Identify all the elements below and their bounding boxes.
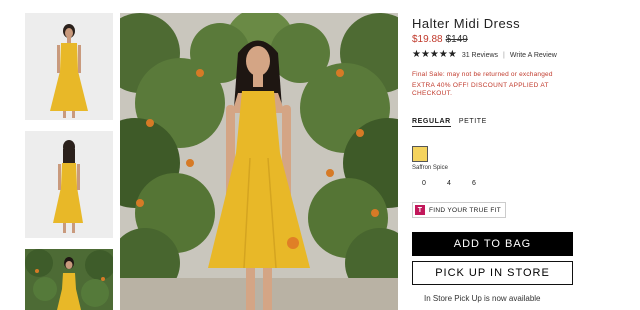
add-to-bag-button[interactable]: ADD TO BAG (412, 232, 573, 256)
true-fit-button[interactable]: T FIND YOUR TRUE FIT (412, 202, 506, 218)
true-fit-icon: T (415, 205, 425, 215)
extra-discount-notice: EXTRA 40% OFF! DISCOUNT APPLIED AT CHECK… (412, 82, 549, 97)
hero-photo (120, 13, 398, 310)
size-option[interactable]: 6 (468, 180, 480, 187)
pick-up-in-store-button[interactable]: PICK UP IN STORE (412, 261, 573, 285)
thumbnail-outdoor[interactable] (25, 249, 113, 310)
color-name: Saffron Spice (412, 165, 448, 171)
thumbnail-outdoor-image (25, 249, 113, 310)
reviews-link[interactable]: 31 Reviews (462, 52, 498, 59)
size-option[interactable]: 0 (418, 180, 430, 187)
main-product-image (120, 13, 398, 310)
original-price: $149 (445, 34, 468, 45)
price-row: $19.88 $149 (412, 34, 582, 45)
rating-row: ★★★★★ 31 Reviews | Write A Review (412, 50, 582, 60)
rating-separator: | (503, 51, 505, 59)
thumbnail-back[interactable] (25, 131, 113, 238)
color-swatch[interactable] (412, 146, 428, 162)
star-rating-icon: ★★★★★ (412, 49, 457, 60)
thumbnail-front[interactable] (25, 13, 113, 120)
true-fit-label: FIND YOUR TRUE FIT (429, 206, 501, 214)
write-review-link[interactable]: Write A Review (510, 52, 557, 59)
sale-price: $19.88 (412, 34, 443, 45)
size-option[interactable]: 4 (443, 180, 455, 187)
final-sale-notice: Final Sale: may not be returned or excha… (412, 71, 553, 78)
thumbnail-back-image (25, 131, 113, 238)
size-type-petite[interactable]: PETITE (459, 118, 487, 127)
product-info: Halter Midi Dress $19.88 $149 ★★★★★ 31 Re… (412, 16, 582, 218)
size-type-selector: REGULAR PETITE (412, 118, 582, 127)
size-options: 0 4 6 (412, 180, 582, 187)
thumbnail-front-image (25, 13, 113, 120)
size-type-regular[interactable]: REGULAR (412, 118, 451, 127)
store-pickup-note: In Store Pick Up is now available (424, 294, 541, 303)
product-title: Halter Midi Dress (412, 16, 521, 31)
